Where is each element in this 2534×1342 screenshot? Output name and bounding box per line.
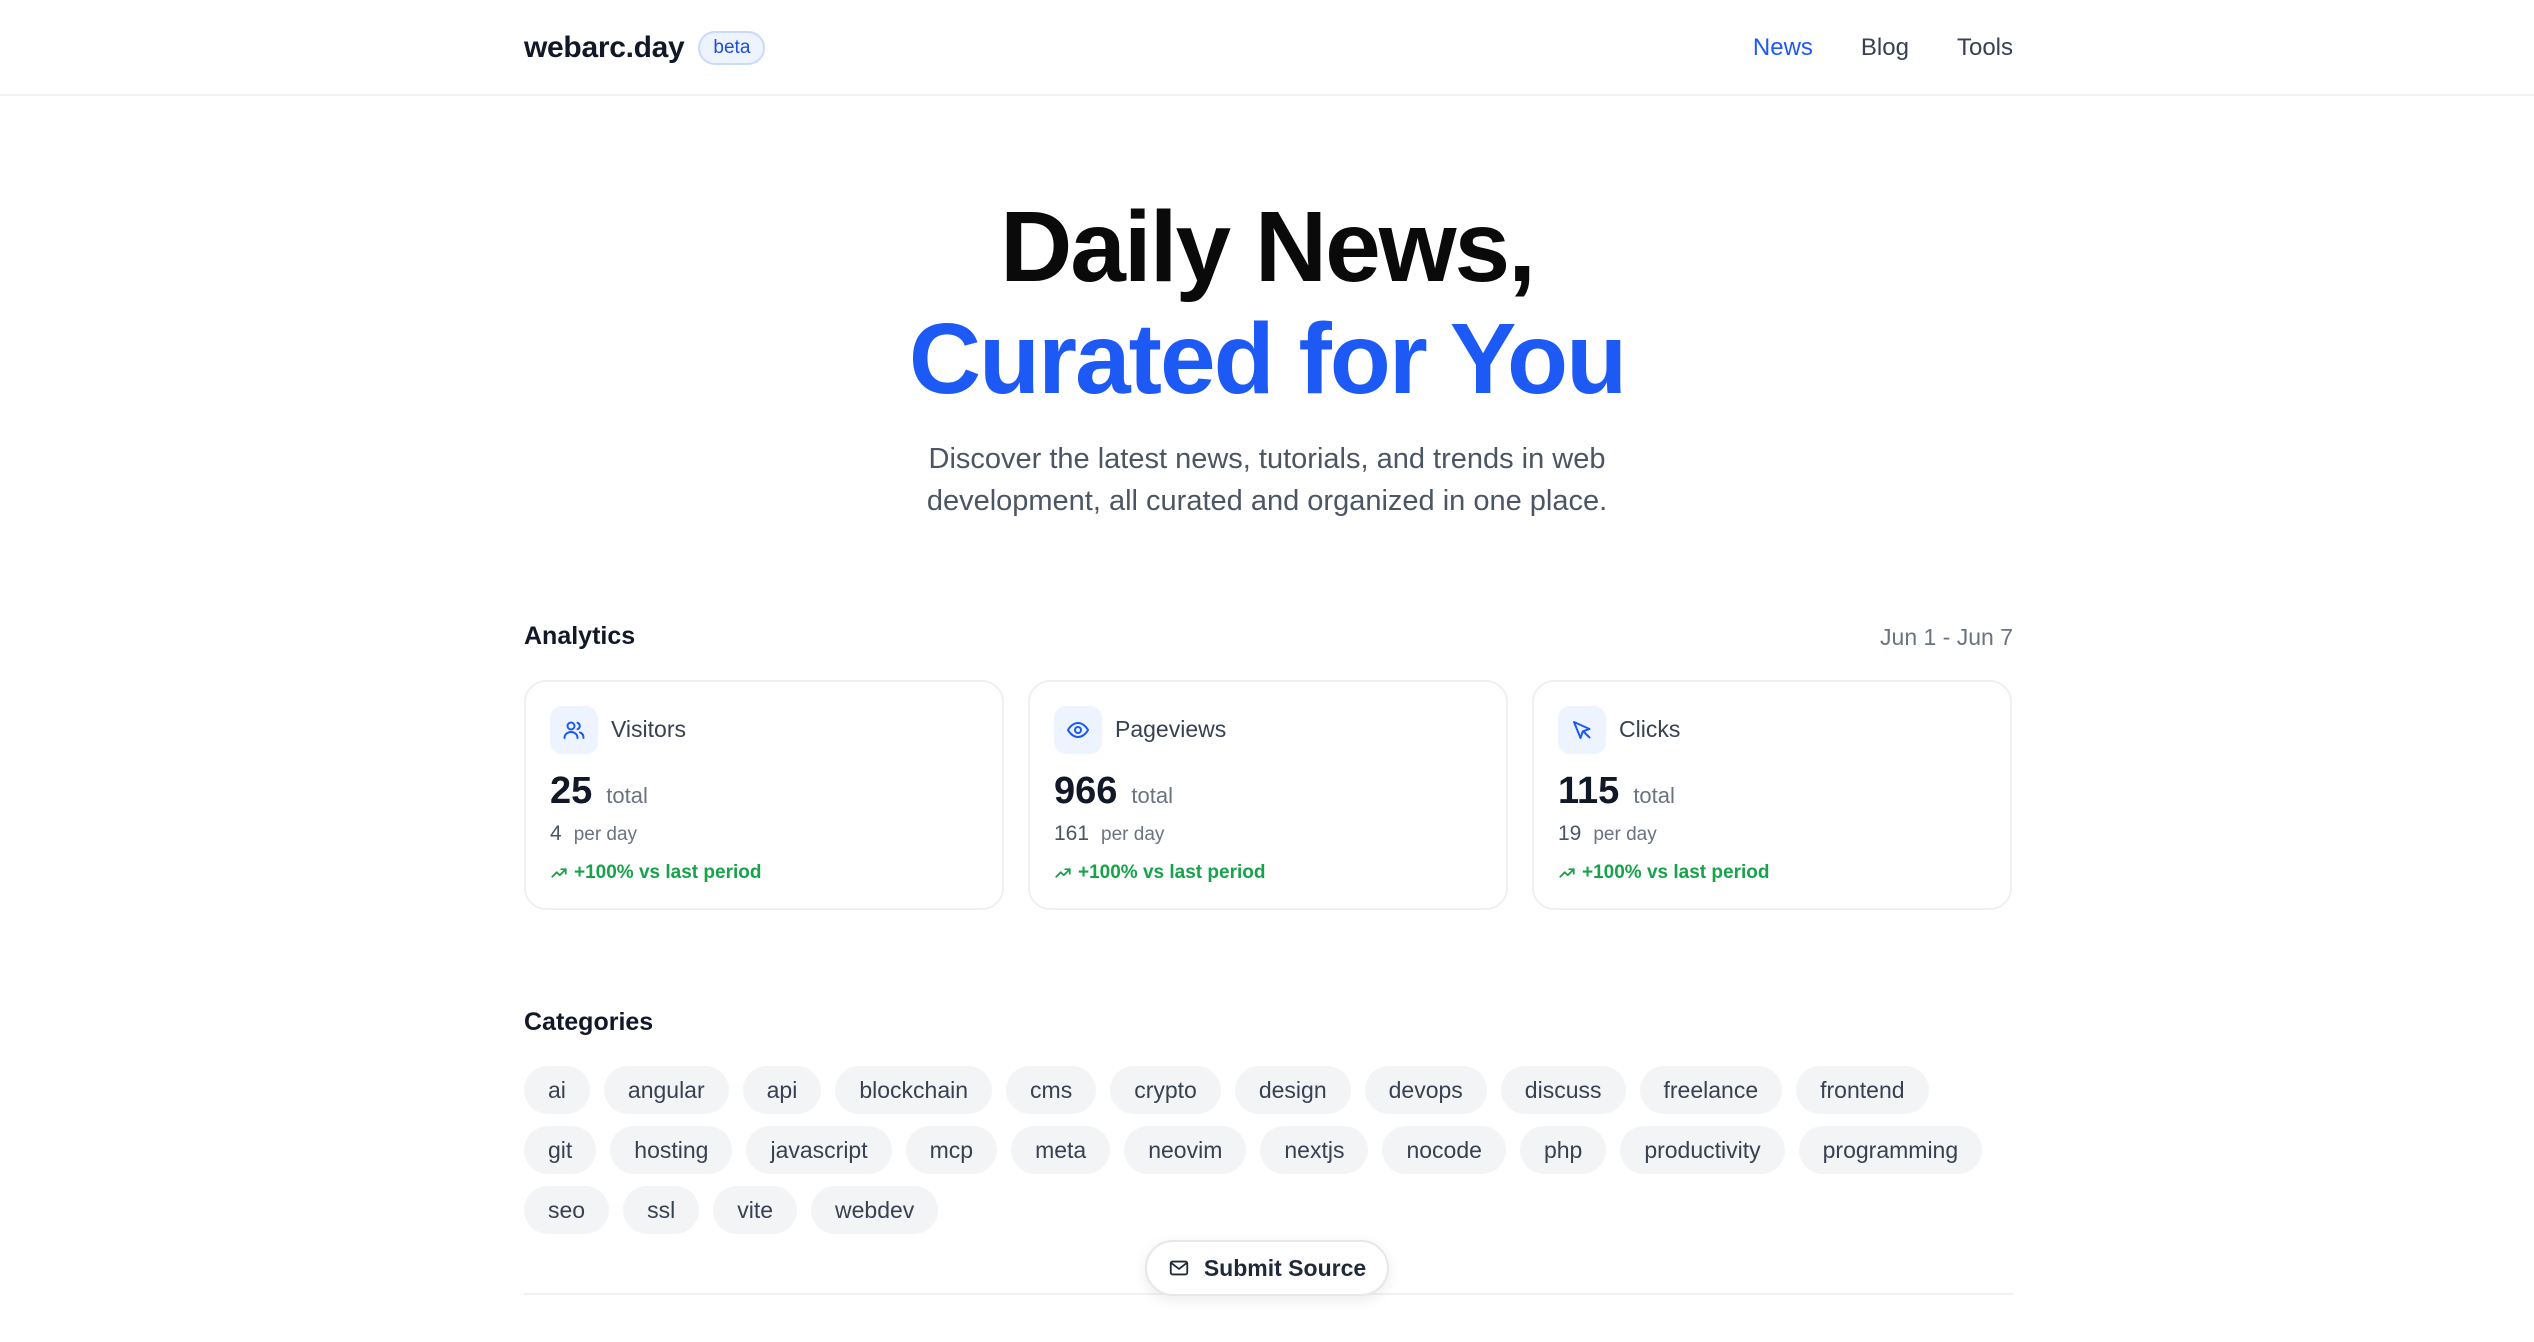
stat-card-clicks: Clicks 115 total 19 per day +100% vs las…	[1532, 680, 2012, 910]
category-chip-nocode[interactable]: nocode	[1382, 1126, 1506, 1174]
eye-icon	[1054, 706, 1102, 754]
category-chip-freelance[interactable]: freelance	[1639, 1066, 1783, 1114]
cursor-icon	[1558, 706, 1606, 754]
per-day-value: 161	[1054, 822, 1090, 845]
main-nav: News Blog Tools	[1753, 28, 2013, 68]
per-day-unit: per day	[1101, 824, 1165, 845]
stat-card-visitors: Visitors 25 total 4 per day +100% vs las…	[524, 680, 1004, 910]
categories-title: Categories	[524, 1008, 654, 1036]
category-chip-blockchain[interactable]: blockchain	[835, 1066, 993, 1114]
category-chip-ssl[interactable]: ssl	[623, 1186, 700, 1234]
stat-card-pageviews: Pageviews 966 total 161 per day +100% vs…	[1028, 680, 1508, 910]
card-per-day: 161 per day	[1054, 822, 1164, 846]
trending-up-icon	[1055, 868, 1071, 878]
per-day-unit: per day	[1593, 824, 1657, 845]
category-chip-webdev[interactable]: webdev	[811, 1186, 939, 1234]
date-range: Jun 1 - Jun 7	[1880, 624, 2013, 650]
card-label: Visitors	[611, 716, 686, 742]
total-unit: total	[1633, 783, 1675, 808]
category-chip-seo[interactable]: seo	[524, 1186, 610, 1234]
total-value: 966	[1054, 770, 1118, 812]
hero-title-line2: Curated for You	[908, 303, 1627, 415]
category-chip-mcp[interactable]: mcp	[905, 1126, 998, 1174]
card-trend: +100% vs last period	[550, 862, 761, 884]
hero-subtitle: Discover the latest news, tutorials, and…	[867, 438, 1667, 522]
category-chip-devops[interactable]: devops	[1364, 1066, 1487, 1114]
analytics-title: Analytics	[524, 622, 636, 650]
hero-title-line1: Daily News,	[1000, 191, 1536, 303]
category-chip-cms[interactable]: cms	[1006, 1066, 1097, 1114]
card-trend: +100% vs last period	[1054, 862, 1265, 884]
category-chip-ai[interactable]: ai	[524, 1066, 590, 1114]
hero-subtitle-line1: Discover the latest news, tutorials, and…	[928, 443, 1606, 475]
card-total: 115 total	[1558, 770, 1675, 813]
category-chip-api[interactable]: api	[742, 1066, 822, 1114]
trend-text: +100% vs last period	[574, 862, 762, 883]
card-per-day: 4 per day	[550, 822, 637, 846]
trend-text: +100% vs last period	[1582, 862, 1770, 883]
submit-source-label: Submit Source	[1203, 1254, 1367, 1281]
category-chip-discuss[interactable]: discuss	[1500, 1066, 1626, 1114]
mail-icon	[1169, 1260, 1189, 1276]
nav-tools[interactable]: Tools	[1957, 34, 2013, 62]
category-chip-neovim[interactable]: neovim	[1124, 1126, 1247, 1174]
total-value: 115	[1558, 770, 1620, 812]
card-label: Pageviews	[1115, 716, 1227, 742]
category-chip-meta[interactable]: meta	[1011, 1126, 1111, 1174]
card-per-day: 19 per day	[1558, 822, 1657, 846]
category-chip-programming[interactable]: programming	[1798, 1126, 1983, 1174]
category-chip-productivity[interactable]: productivity	[1620, 1126, 1785, 1174]
card-label: Clicks	[1619, 716, 1681, 742]
card-total: 966 total	[1054, 770, 1173, 813]
category-chip-javascript[interactable]: javascript	[746, 1126, 892, 1174]
total-unit: total	[1131, 783, 1173, 808]
trending-up-icon	[551, 868, 567, 878]
per-day-value: 19	[1558, 822, 1582, 845]
card-total: 25 total	[550, 770, 648, 813]
hero-subtitle-line2: development, all curated and organized i…	[926, 485, 1608, 517]
per-day-value: 4	[550, 822, 562, 845]
category-chip-vite[interactable]: vite	[713, 1186, 798, 1234]
submit-source-button[interactable]: Submit Source	[1145, 1240, 1389, 1296]
brand-name[interactable]: webarc.day	[524, 31, 685, 65]
site-header: webarc.day beta News Blog Tools	[0, 0, 2534, 96]
category-chips: ai angular api blockchain cms crypto des…	[524, 1066, 2014, 1234]
category-chip-frontend[interactable]: frontend	[1796, 1066, 1929, 1114]
category-chip-php[interactable]: php	[1519, 1126, 1607, 1174]
category-chip-angular[interactable]: angular	[603, 1066, 729, 1114]
category-chip-design[interactable]: design	[1234, 1066, 1351, 1114]
trend-text: +100% vs last period	[1078, 862, 1266, 883]
category-chip-git[interactable]: git	[524, 1126, 597, 1174]
total-value: 25	[550, 770, 593, 812]
users-icon	[550, 706, 598, 754]
total-unit: total	[606, 783, 648, 808]
trending-up-icon	[1559, 868, 1575, 878]
category-chip-hosting[interactable]: hosting	[610, 1126, 733, 1174]
nav-blog[interactable]: Blog	[1861, 34, 1909, 62]
category-chip-nextjs[interactable]: nextjs	[1260, 1126, 1369, 1174]
nav-news[interactable]: News	[1753, 34, 1813, 62]
brand[interactable]: webarc.day beta	[524, 26, 766, 70]
per-day-unit: per day	[573, 824, 638, 845]
beta-badge: beta	[698, 31, 766, 65]
category-chip-crypto[interactable]: crypto	[1110, 1066, 1221, 1114]
card-trend: +100% vs last period	[1558, 862, 1769, 884]
